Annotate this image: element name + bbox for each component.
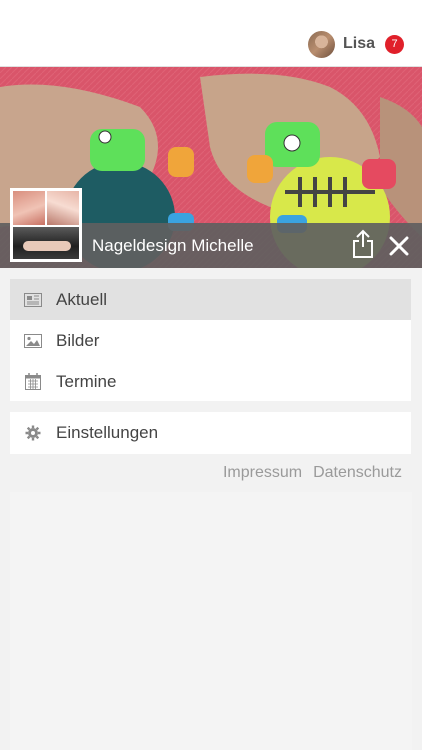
menu-item-label: Bilder: [56, 330, 100, 350]
menu-item-aktuell[interactable]: Aktuell: [10, 279, 411, 320]
notification-badge[interactable]: 7: [385, 34, 404, 54]
navigation-menu: Aktuell Bilder Termine: [10, 279, 411, 401]
gear-icon: [24, 424, 42, 442]
content-area: [10, 492, 412, 750]
top-bar: Lisa 7: [0, 0, 422, 67]
image-icon: [24, 332, 42, 350]
business-name: Nageldesign Michelle: [92, 236, 254, 255]
user-profile[interactable]: Lisa 7: [307, 30, 404, 58]
menu-item-bilder[interactable]: Bilder: [10, 320, 411, 361]
avatar[interactable]: [307, 30, 335, 58]
menu-item-label: Termine: [56, 371, 117, 391]
newspaper-icon: [24, 291, 42, 309]
thumbnail-image[interactable]: [12, 190, 46, 226]
calendar-icon: [24, 373, 42, 391]
impressum-link[interactable]: Impressum: [223, 464, 302, 482]
menu-item-label: Aktuell: [56, 289, 108, 309]
close-button[interactable]: [388, 235, 410, 257]
thumbnail-image[interactable]: [12, 226, 80, 260]
user-name[interactable]: Lisa: [343, 35, 375, 53]
settings-menu: Einstellungen: [10, 412, 411, 454]
share-button[interactable]: [351, 229, 375, 259]
footer-links: Impressum Datenschutz: [223, 464, 402, 482]
close-icon: [389, 236, 409, 256]
menu-item-label: Einstellungen: [56, 422, 159, 442]
datenschutz-link[interactable]: Datenschutz: [313, 464, 402, 482]
menu-item-termine[interactable]: Termine: [10, 361, 411, 402]
gallery-thumbnails[interactable]: [10, 188, 82, 262]
menu-item-einstellungen[interactable]: Einstellungen: [10, 412, 411, 453]
thumbnail-image[interactable]: [46, 190, 80, 226]
share-icon: [353, 229, 373, 258]
